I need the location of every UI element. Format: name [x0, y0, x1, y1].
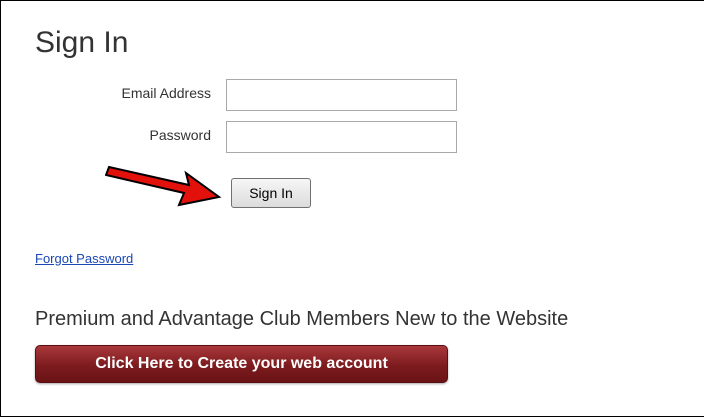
create-web-account-button[interactable]: Click Here to Create your web account	[35, 345, 448, 383]
page-title: Sign In	[35, 26, 129, 59]
red-arrow-icon	[105, 165, 222, 207]
new-members-heading: Premium and Advantage Club Members New t…	[35, 308, 569, 330]
password-field[interactable]	[226, 121, 457, 153]
sign-in-button[interactable]: Sign In	[231, 178, 311, 208]
email-label: Email Address	[121, 85, 211, 101]
page-frame: Sign In Email Address Password Sign In F…	[0, 0, 704, 417]
password-label: Password	[149, 127, 211, 143]
email-field[interactable]	[226, 79, 457, 111]
forgot-password-link[interactable]: Forgot Password	[35, 250, 133, 267]
